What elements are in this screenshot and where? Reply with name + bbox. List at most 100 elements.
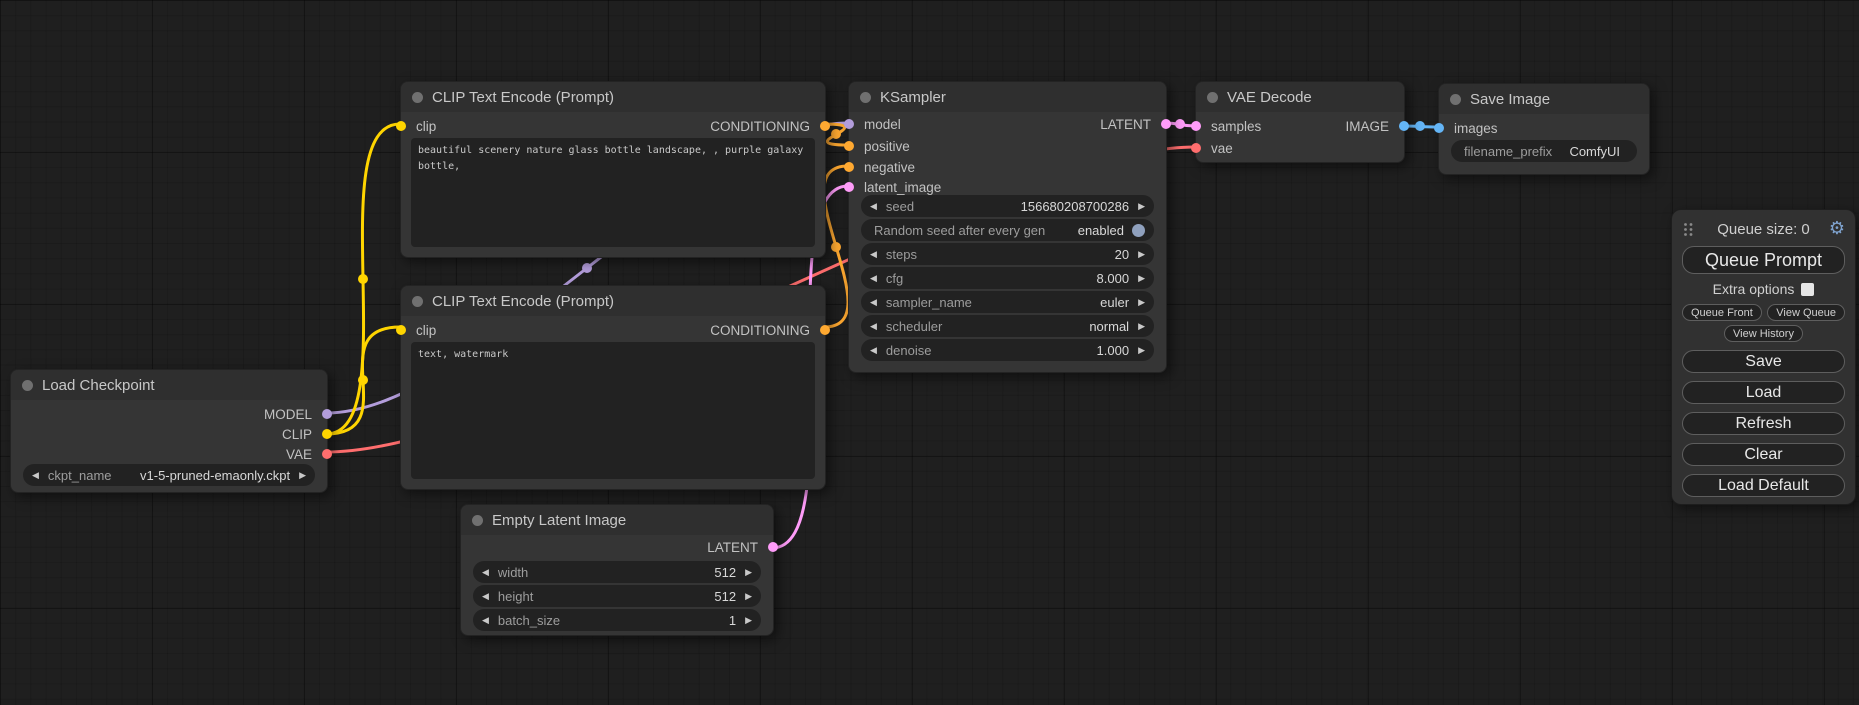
widget-cfg[interactable]: ◀ cfg 8.000 ▶ — [861, 267, 1154, 289]
arrow-right-icon[interactable]: ▶ — [745, 592, 752, 601]
widget-steps[interactable]: ◀ steps 20 ▶ — [861, 243, 1154, 265]
load-button[interactable]: Load — [1682, 381, 1845, 404]
collapse-dot-icon[interactable] — [412, 92, 423, 103]
widget-filename-prefix[interactable]: filename_prefix ComfyUI — [1451, 140, 1637, 162]
widget-seed[interactable]: ◀ seed 156680208700286 ▶ — [861, 195, 1154, 217]
arrow-right-icon[interactable]: ▶ — [1138, 202, 1145, 211]
output-dot-model[interactable] — [322, 409, 332, 419]
output-dot-clip[interactable] — [322, 429, 332, 439]
input-dot-positive[interactable] — [844, 141, 854, 151]
widget-value: 512 — [714, 589, 736, 604]
input-dot-clip[interactable] — [396, 121, 406, 131]
arrow-left-icon[interactable]: ◀ — [870, 346, 877, 355]
node-empty-latent-image[interactable]: Empty Latent Image LATENT ◀ width 512 ▶ … — [460, 504, 774, 636]
save-button[interactable]: Save — [1682, 350, 1845, 373]
widget-width[interactable]: ◀ width 512 ▶ — [473, 561, 761, 583]
node-clip-text-encode-negative[interactable]: CLIP Text Encode (Prompt) clip CONDITION… — [400, 285, 826, 490]
slot-label: MODEL — [264, 407, 312, 422]
arrow-left-icon[interactable]: ◀ — [870, 202, 877, 211]
wire-clip-negative-midpoint-dot — [358, 375, 368, 385]
view-history-row: View History — [1682, 325, 1845, 342]
widget-sampler-name[interactable]: ◀ sampler_name euler ▶ — [861, 291, 1154, 313]
widget-random-seed-toggle[interactable]: Random seed after every gen enabled — [861, 219, 1154, 241]
output-slot-model: MODEL — [11, 403, 327, 425]
output-dot-latent[interactable] — [1161, 119, 1171, 129]
input-dot-latent-image[interactable] — [844, 182, 854, 192]
node-header[interactable]: Save Image — [1439, 84, 1649, 114]
queue-front-button[interactable]: Queue Front — [1682, 304, 1762, 321]
node-load-checkpoint[interactable]: Load Checkpoint MODEL CLIP VAE ◀ ckpt_na… — [10, 369, 328, 493]
slot-row: clip CONDITIONING — [401, 319, 825, 341]
arrow-right-icon[interactable]: ▶ — [1138, 298, 1145, 307]
arrow-left-icon[interactable]: ◀ — [32, 471, 39, 480]
toggle-knob-icon[interactable] — [1132, 224, 1145, 237]
output-dot-conditioning[interactable] — [820, 325, 830, 335]
refresh-button[interactable]: Refresh — [1682, 412, 1845, 435]
arrow-right-icon[interactable]: ▶ — [1138, 274, 1145, 283]
arrow-left-icon[interactable]: ◀ — [870, 274, 877, 283]
arrow-right-icon[interactable]: ▶ — [1138, 322, 1145, 331]
node-title: CLIP Text Encode (Prompt) — [432, 293, 614, 310]
arrow-left-icon[interactable]: ◀ — [482, 616, 489, 625]
settings-gear-icon[interactable]: ⚙ — [1829, 217, 1845, 239]
drag-handle-icon[interactable] — [1683, 222, 1694, 237]
clear-button[interactable]: Clear — [1682, 443, 1845, 466]
node-header[interactable]: Load Checkpoint — [11, 370, 327, 400]
arrow-right-icon[interactable]: ▶ — [1138, 250, 1145, 259]
input-dot-negative[interactable] — [844, 162, 854, 172]
node-clip-text-encode-positive[interactable]: CLIP Text Encode (Prompt) clip CONDITION… — [400, 81, 826, 258]
node-header[interactable]: CLIP Text Encode (Prompt) — [401, 82, 825, 112]
input-dot-vae[interactable] — [1191, 143, 1201, 153]
input-dot-model[interactable] — [844, 119, 854, 129]
input-dot-clip[interactable] — [396, 325, 406, 335]
collapse-dot-icon[interactable] — [412, 296, 423, 307]
node-save-image[interactable]: Save Image images filename_prefix ComfyU… — [1438, 83, 1650, 175]
collapse-dot-icon[interactable] — [472, 515, 483, 526]
arrow-left-icon[interactable]: ◀ — [870, 322, 877, 331]
queue-prompt-button[interactable]: Queue Prompt — [1682, 246, 1845, 274]
widget-batch-size[interactable]: ◀ batch_size 1 ▶ — [473, 609, 761, 631]
input-dot-images[interactable] — [1434, 123, 1444, 133]
widget-scheduler[interactable]: ◀ scheduler normal ▶ — [861, 315, 1154, 337]
slot-row: clip CONDITIONING — [401, 115, 825, 137]
node-ksampler[interactable]: KSampler model LATENT positive negative … — [848, 81, 1167, 373]
prompt-textarea[interactable]: text, watermark — [411, 342, 815, 479]
arrow-right-icon[interactable]: ▶ — [745, 568, 752, 577]
extra-options-checkbox[interactable] — [1801, 283, 1814, 296]
collapse-dot-icon[interactable] — [860, 92, 871, 103]
widget-label: sampler_name — [886, 295, 972, 310]
arrow-left-icon[interactable]: ◀ — [482, 592, 489, 601]
widget-ckpt-name[interactable]: ◀ ckpt_name v1-5-pruned-emaonly.ckpt ▶ — [23, 464, 315, 486]
output-dot-image[interactable] — [1399, 121, 1409, 131]
node-vae-decode[interactable]: VAE Decode samples IMAGE vae — [1195, 81, 1405, 163]
prompt-textarea[interactable]: beautiful scenery nature glass bottle la… — [411, 138, 815, 247]
node-header[interactable]: CLIP Text Encode (Prompt) — [401, 286, 825, 316]
collapse-dot-icon[interactable] — [22, 380, 33, 391]
input-dot-samples[interactable] — [1191, 121, 1201, 131]
widget-value: ComfyUI — [1569, 144, 1620, 159]
node-title: KSampler — [880, 89, 946, 106]
node-header[interactable]: VAE Decode — [1196, 82, 1404, 112]
output-dot-latent[interactable] — [768, 542, 778, 552]
node-header[interactable]: KSampler — [849, 82, 1166, 112]
view-history-button[interactable]: View History — [1724, 325, 1803, 342]
arrow-right-icon[interactable]: ▶ — [745, 616, 752, 625]
arrow-right-icon[interactable]: ▶ — [1138, 346, 1145, 355]
widget-label: steps — [886, 247, 917, 262]
widget-denoise[interactable]: ◀ denoise 1.000 ▶ — [861, 339, 1154, 361]
output-dot-vae[interactable] — [322, 449, 332, 459]
arrow-right-icon[interactable]: ▶ — [299, 471, 306, 480]
arrow-left-icon[interactable]: ◀ — [870, 250, 877, 259]
collapse-dot-icon[interactable] — [1450, 94, 1461, 105]
node-header[interactable]: Empty Latent Image — [461, 505, 773, 535]
load-default-button[interactable]: Load Default — [1682, 474, 1845, 497]
collapse-dot-icon[interactable] — [1207, 92, 1218, 103]
queue-panel: Queue size: 0 ⚙ Queue Prompt Extra optio… — [1671, 209, 1856, 505]
view-queue-button[interactable]: View Queue — [1767, 304, 1845, 321]
node-graph-canvas[interactable]: Load Checkpoint MODEL CLIP VAE ◀ ckpt_na… — [0, 0, 1859, 705]
output-dot-conditioning[interactable] — [820, 121, 830, 131]
arrow-left-icon[interactable]: ◀ — [482, 568, 489, 577]
arrow-left-icon[interactable]: ◀ — [870, 298, 877, 307]
widget-height[interactable]: ◀ height 512 ▶ — [473, 585, 761, 607]
slot-label: positive — [864, 139, 910, 154]
